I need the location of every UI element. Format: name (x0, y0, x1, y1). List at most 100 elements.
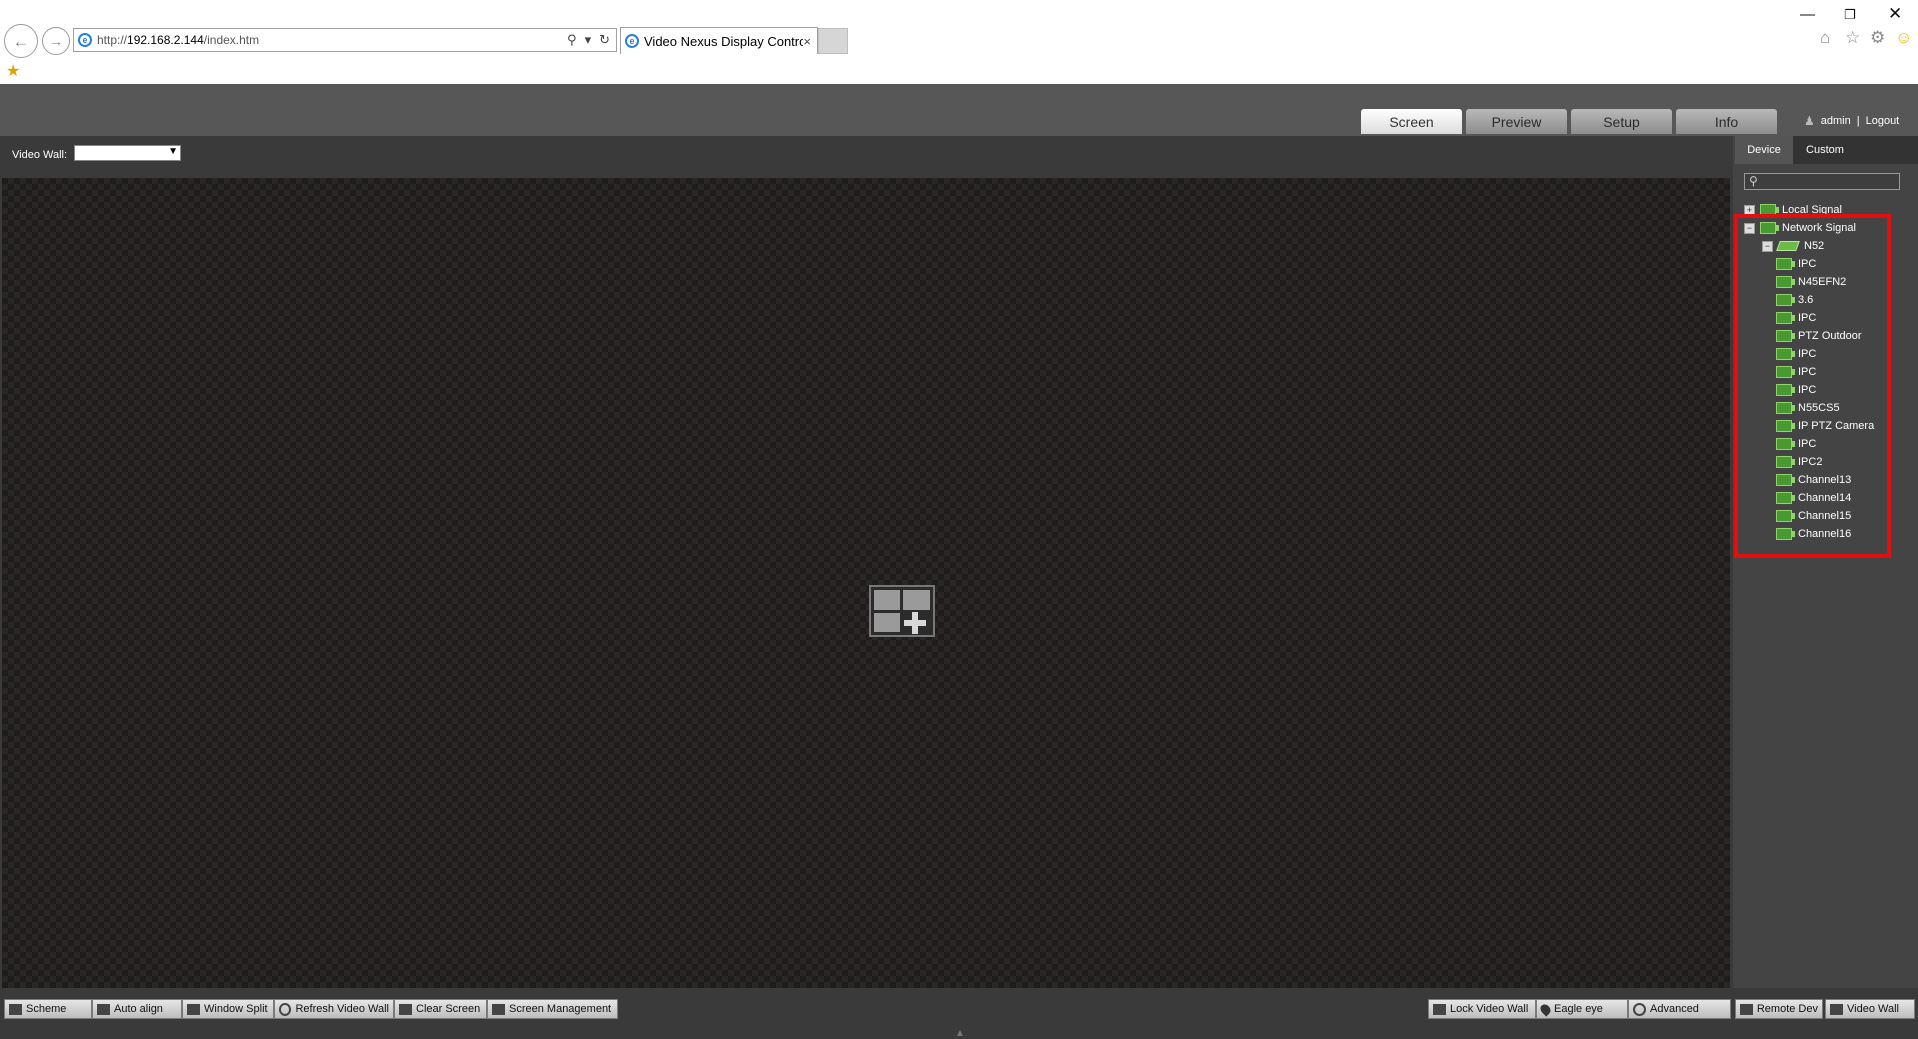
tree-node-network-signal[interactable]: − Network Signal (1744, 220, 1856, 236)
smiley-icon[interactable]: ☺ (1895, 28, 1912, 48)
tab-info[interactable]: Info (1676, 109, 1777, 134)
ie-logo-icon: e (625, 34, 639, 48)
browser-tab[interactable]: e Video Nexus Display Contro... × (620, 27, 818, 54)
tree-node-channel[interactable]: IPC (1776, 310, 1816, 326)
screen-management-label: Screen Management (509, 1003, 612, 1015)
tree-node-channel[interactable]: 3.6 (1776, 292, 1813, 308)
tree-node-channel[interactable]: IPC2 (1776, 454, 1822, 470)
camera-icon (1776, 474, 1795, 486)
monitor-icon (492, 1003, 505, 1015)
camera-icon (1776, 330, 1795, 342)
collapse-icon[interactable]: − (1762, 240, 1773, 252)
tab-setup[interactable]: Setup (1571, 109, 1672, 134)
window-split-button[interactable]: Window Split (182, 999, 274, 1019)
subtab-device[interactable]: Device (1735, 136, 1793, 164)
tree-node-channel[interactable]: IP PTZ Camera (1776, 418, 1874, 434)
tree-label: Network Signal (1782, 222, 1856, 234)
scheme-icon (9, 1003, 22, 1015)
tree-label: IPC (1798, 312, 1817, 324)
clear-screen-icon (399, 1003, 412, 1015)
back-arrow-icon[interactable]: ← (4, 24, 38, 58)
gear-icon (1633, 1002, 1646, 1016)
collapse-icon[interactable]: − (1744, 222, 1755, 234)
expand-icon[interactable]: + (1744, 204, 1755, 216)
tree-label: N52 (1804, 240, 1825, 252)
tree-node-channel[interactable]: N55CS5 (1776, 400, 1840, 416)
tree-node-channel[interactable]: IPC (1776, 346, 1816, 362)
remote-dev-button[interactable]: Remote Dev (1735, 999, 1823, 1019)
camera-icon (1776, 348, 1795, 360)
tree-label: IPC (1798, 366, 1817, 378)
tree-node-channel[interactable]: Channel16 (1776, 526, 1851, 542)
address-text[interactable]: http://192.168.2.144/index.htm (97, 33, 567, 47)
video-wall-row (0, 136, 1733, 178)
camera-icon (1776, 528, 1795, 540)
address-bar[interactable]: e http://192.168.2.144/index.htm ⚲ ▾ ↻ (73, 28, 617, 52)
tree-label: Channel15 (1798, 510, 1852, 522)
tree-node-channel[interactable]: PTZ Outdoor (1776, 328, 1862, 344)
tree-label: IPC (1798, 258, 1817, 270)
tab-screen[interactable]: Screen (1361, 109, 1462, 134)
window-split-label: Window Split (204, 1003, 268, 1015)
add-window-icon[interactable] (869, 585, 935, 637)
minimize-icon[interactable]: — (1800, 6, 1815, 23)
ie-logo-icon: e (78, 33, 92, 47)
tree-label: Channel14 (1798, 492, 1852, 504)
video-wall-button[interactable]: Video Wall (1825, 999, 1915, 1019)
dropdown-icon[interactable]: ▾ (585, 32, 592, 48)
gear-icon[interactable]: ⚙ (1870, 28, 1885, 48)
advanced-button[interactable]: Advanced (1628, 999, 1731, 1019)
camera-icon (1776, 492, 1795, 504)
eagle-eye-button[interactable]: Eagle eye (1536, 999, 1628, 1019)
tree-node-channel[interactable]: Channel14 (1776, 490, 1851, 506)
tab-preview[interactable]: Preview (1466, 109, 1567, 134)
subtab-custom[interactable]: Custom (1795, 136, 1855, 164)
video-wall-icon (1830, 1003, 1843, 1015)
tab-title: Video Nexus Display Contro... (644, 33, 804, 49)
search-icon[interactable]: ⚲ (567, 32, 577, 48)
camera-icon (1776, 384, 1795, 396)
tree-node-channel[interactable]: N45EFN2 (1776, 274, 1846, 290)
tree-label: Channel16 (1798, 528, 1852, 540)
scheme-button[interactable]: Scheme (4, 999, 92, 1019)
refresh-icon (279, 1002, 292, 1016)
device-search-input[interactable]: ⚲ (1744, 173, 1900, 190)
tree-node-channel[interactable]: IPC (1776, 256, 1816, 272)
camera-icon (1776, 420, 1795, 432)
home-icon[interactable]: ⌂ (1820, 28, 1830, 48)
auto-align-button[interactable]: Auto align (92, 999, 182, 1019)
refresh-video-wall-button[interactable]: Refresh Video Wall (274, 999, 394, 1019)
tree-node-device[interactable]: − N52 (1762, 238, 1824, 254)
remote-device-icon (1740, 1003, 1753, 1015)
restore-icon[interactable]: ❐ (1844, 7, 1856, 23)
forward-arrow-icon[interactable]: → (42, 27, 70, 55)
auto-align-icon (97, 1003, 110, 1015)
tree-node-local-signal[interactable]: + Local Signal (1744, 202, 1842, 218)
expand-handle-icon[interactable]: ▲ (955, 1028, 965, 1039)
advanced-label: Advanced (1650, 1003, 1699, 1015)
tree-node-channel[interactable]: IPC (1776, 436, 1816, 452)
video-wall-canvas[interactable] (2, 178, 1730, 988)
tree-node-channel[interactable]: Channel15 (1776, 508, 1851, 524)
clear-screen-button[interactable]: Clear Screen (394, 999, 487, 1019)
tree-node-channel[interactable]: IPC (1776, 364, 1816, 380)
new-tab-button[interactable] (818, 28, 848, 54)
clear-screen-label: Clear Screen (416, 1003, 481, 1015)
tree-node-channel[interactable]: Channel13 (1776, 472, 1851, 488)
lock-video-wall-button[interactable]: Lock Video Wall (1428, 999, 1536, 1019)
tab-close-icon[interactable]: × (803, 34, 811, 49)
device-panel (1733, 136, 1918, 988)
camera-icon (1776, 258, 1795, 270)
tree-node-channel[interactable]: IPC (1776, 382, 1816, 398)
close-icon[interactable]: ✕ (1888, 4, 1902, 24)
add-favorite-icon[interactable]: ★ (6, 61, 20, 81)
camera-icon (1776, 312, 1795, 324)
logout-link[interactable]: Logout (1866, 115, 1900, 127)
camera-icon (1776, 366, 1795, 378)
video-wall-select[interactable]: ▼ (74, 145, 181, 161)
screen-management-button[interactable]: Screen Management (487, 999, 618, 1019)
user-area: ♟ admin | Logout (1804, 114, 1899, 128)
refresh-icon[interactable]: ↻ (599, 32, 610, 48)
star-icon[interactable]: ☆ (1845, 28, 1860, 48)
camera-icon (1776, 510, 1795, 522)
